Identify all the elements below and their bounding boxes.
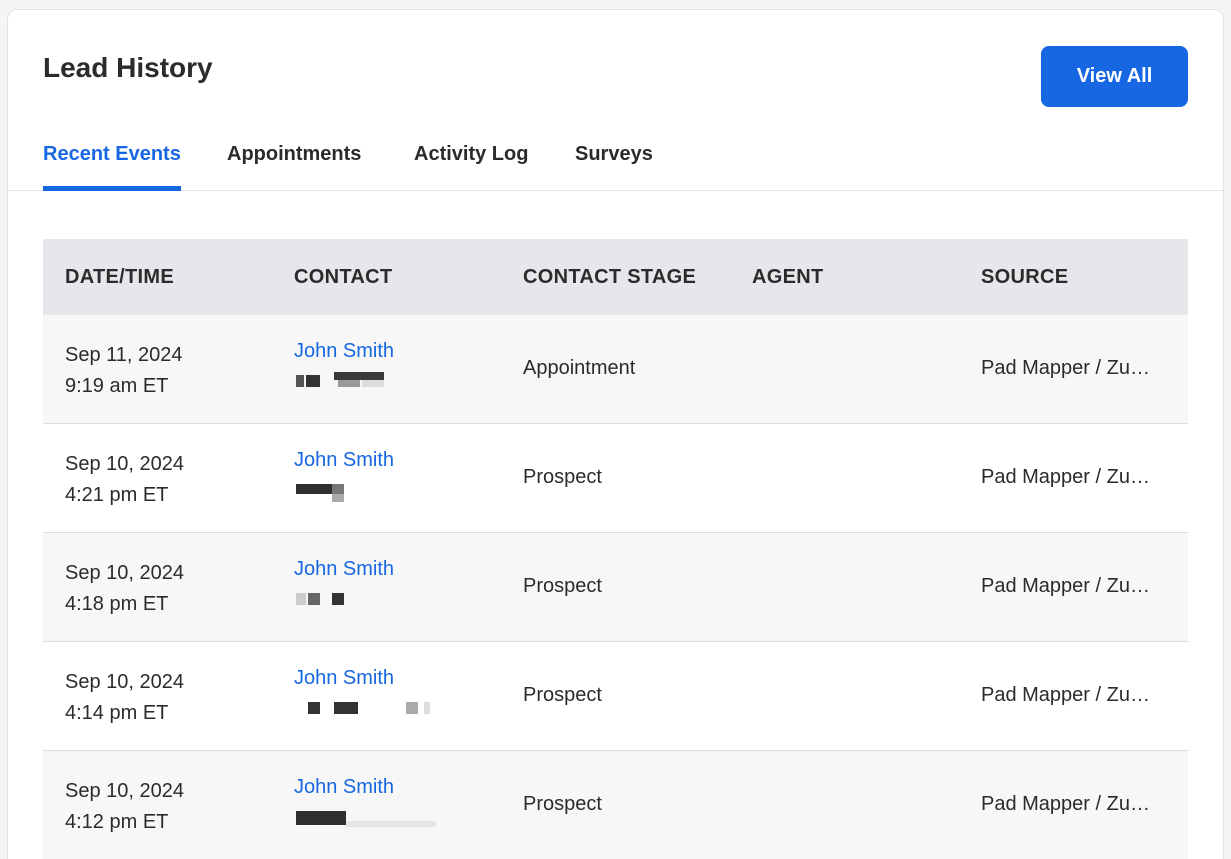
table-body: Sep 11, 2024 9:19 am ET John Smith Appoi… [43, 315, 1188, 859]
source-cell: Pad Mapper / Zumper [981, 357, 1166, 379]
tab-recent-events[interactable]: Recent Events [43, 143, 181, 191]
contact-link[interactable]: John Smith [294, 776, 394, 799]
contact-stage-cell: Appointment [523, 357, 636, 379]
tab-activity-log[interactable]: Activity Log [414, 143, 528, 191]
card-title: Lead History [43, 52, 213, 83]
source-cell: Pad Mapper / Zumper [981, 684, 1166, 706]
date-time-cell: Sep 10, 2024 4:14 pm ET [65, 667, 184, 729]
table-header: DATE/TIME CONTACT CONTACT STAGE AGENT SO… [43, 239, 1188, 315]
tab-surveys[interactable]: Surveys [575, 143, 653, 191]
column-header-agent: AGENT [752, 266, 824, 288]
contact-stage-cell: Prospect [523, 684, 602, 706]
tab-bar: Recent Events Appointments Activity Log … [8, 138, 1223, 191]
date-time-cell: Sep 10, 2024 4:12 pm ET [65, 776, 184, 838]
contact-stage-cell: Prospect [523, 793, 602, 815]
date-time-cell: Sep 10, 2024 4:18 pm ET [65, 558, 184, 620]
event-time: 4:14 pm ET [65, 702, 169, 724]
events-table: DATE/TIME CONTACT CONTACT STAGE AGENT SO… [43, 239, 1188, 859]
table-row: Sep 10, 2024 4:12 pm ET John Smith Prosp… [43, 751, 1188, 859]
source-cell: Pad Mapper / Zumper [981, 793, 1166, 815]
source-cell: Pad Mapper / Zumper [981, 466, 1166, 488]
redacted-phone [294, 372, 439, 389]
source-cell: Pad Mapper / Zumper [981, 575, 1166, 597]
event-time: 4:12 pm ET [65, 811, 169, 833]
event-time: 4:21 pm ET [65, 484, 169, 506]
column-header-contact-stage: CONTACT STAGE [523, 266, 697, 288]
date-time-cell: Sep 10, 2024 4:21 pm ET [65, 449, 184, 511]
redacted-phone [294, 811, 439, 827]
tab-appointments[interactable]: Appointments [227, 143, 361, 191]
event-date: Sep 10, 2024 [65, 780, 184, 802]
event-date: Sep 11, 2024 [65, 344, 183, 366]
event-date: Sep 10, 2024 [65, 671, 184, 693]
redacted-phone [294, 484, 439, 502]
contact-link[interactable]: John Smith [294, 340, 394, 363]
column-header-contact: CONTACT [294, 266, 393, 288]
date-time-cell: Sep 11, 2024 9:19 am ET [65, 340, 183, 402]
event-date: Sep 10, 2024 [65, 562, 184, 584]
contact-link[interactable]: John Smith [294, 667, 394, 690]
column-header-date-time: DATE/TIME [65, 266, 174, 288]
contact-stage-cell: Prospect [523, 575, 602, 597]
table-row: Sep 11, 2024 9:19 am ET John Smith Appoi… [43, 315, 1188, 424]
lead-history-card: Lead History View All Recent Events Appo… [7, 9, 1224, 859]
contact-link[interactable]: John Smith [294, 558, 394, 581]
redacted-phone [294, 593, 439, 607]
table-row: Sep 10, 2024 4:21 pm ET John Smith Prosp… [43, 424, 1188, 533]
contact-link[interactable]: John Smith [294, 449, 394, 472]
contact-stage-cell: Prospect [523, 466, 602, 488]
column-header-source: SOURCE [981, 266, 1069, 288]
view-all-button[interactable]: View All [1041, 46, 1188, 107]
table-row: Sep 10, 2024 4:18 pm ET John Smith Prosp… [43, 533, 1188, 642]
redacted-phone [294, 702, 439, 716]
event-time: 4:18 pm ET [65, 593, 169, 615]
table-row: Sep 10, 2024 4:14 pm ET John Smith Prosp… [43, 642, 1188, 751]
event-time: 9:19 am ET [65, 375, 169, 397]
event-date: Sep 10, 2024 [65, 453, 184, 475]
